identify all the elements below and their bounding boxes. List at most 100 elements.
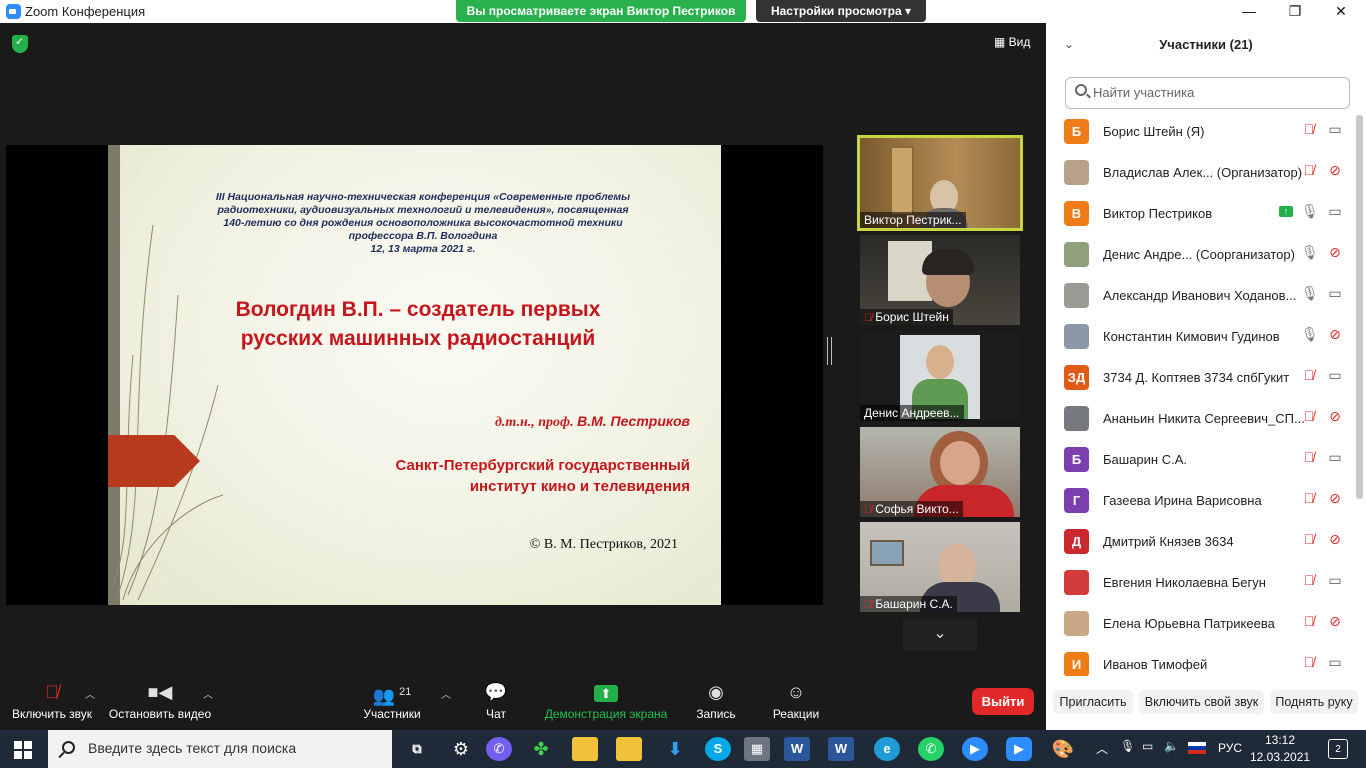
mic-icon: 🎙 bbox=[1301, 285, 1319, 301]
tray-expand-caret-icon[interactable]: ︿ bbox=[1096, 740, 1108, 757]
video-camera-icon: ▭ bbox=[1328, 285, 1342, 301]
record-label: Запись bbox=[696, 707, 736, 721]
mic-muted-icon: 🎙̸ bbox=[1303, 654, 1315, 670]
mic-muted-icon: 🎙̸ bbox=[1303, 531, 1315, 547]
windows-start-button[interactable] bbox=[14, 741, 32, 759]
video-tile-basharin[interactable]: 🎙̸ Башарин С.А. bbox=[860, 522, 1020, 612]
reactions-button[interactable]: ☺ Реакции bbox=[766, 668, 826, 728]
video-tile-denis[interactable]: Денис Андреев... bbox=[860, 331, 1020, 421]
clover-app-icon[interactable]: ✤ bbox=[528, 737, 554, 761]
participants-icon: 👥 bbox=[372, 686, 396, 706]
participant-avatar bbox=[1064, 242, 1089, 267]
video-tile-name: 🎙̸ Башарин С.А. bbox=[860, 596, 957, 612]
participants-count: 21 bbox=[399, 686, 412, 698]
video-tile-viktor[interactable]: Виктор Пестрик... bbox=[857, 135, 1023, 231]
video-options-caret[interactable]: ︿ bbox=[203, 686, 213, 701]
participant-row[interactable]: Д Дмитрий Князев 3634 🎙̸ ⊘ bbox=[1046, 521, 1356, 562]
panel-splitter-handle[interactable] bbox=[827, 337, 832, 365]
scroll-tiles-down-button[interactable]: ⌄ bbox=[903, 619, 977, 651]
word-icon[interactable]: W bbox=[828, 737, 854, 761]
folder-icon[interactable] bbox=[616, 737, 642, 761]
download-arrow-icon[interactable]: ⬇ bbox=[662, 737, 688, 761]
participant-name: 3734 Д. Коптяев 3734 спбГукит bbox=[1103, 370, 1290, 385]
chevron-down-icon: ⌄ bbox=[933, 625, 947, 642]
screen-sharing-icon: ↑ bbox=[1279, 206, 1293, 217]
maximize-button[interactable]: ❐ bbox=[1272, 0, 1318, 23]
participant-row[interactable]: Б Борис Штейн (Я) 🎙̸ ▭ bbox=[1046, 111, 1356, 152]
participant-row[interactable]: Б Башарин С.А. 🎙̸ ▭ bbox=[1046, 439, 1356, 480]
leave-button[interactable]: Выйти bbox=[972, 688, 1034, 715]
stop-video-button[interactable]: ■◀ Остановить видео bbox=[104, 668, 216, 728]
participant-row[interactable]: Владислав Алек... (Организатор) 🎙̸ ⊘ bbox=[1046, 152, 1356, 193]
participant-avatar bbox=[1064, 324, 1089, 349]
folder-icon[interactable] bbox=[572, 737, 598, 761]
skype-icon[interactable]: S bbox=[705, 737, 731, 761]
participant-avatar bbox=[1064, 160, 1089, 185]
edge-browser-icon[interactable]: e bbox=[874, 737, 900, 761]
record-button[interactable]: ◉ Запись bbox=[690, 668, 742, 728]
participants-options-caret[interactable]: ︿ bbox=[441, 686, 451, 701]
video-tile-name: Денис Андреев... bbox=[860, 405, 964, 421]
input-language-indicator[interactable]: РУС bbox=[1218, 741, 1242, 755]
calculator-icon[interactable]: ▦ bbox=[744, 737, 770, 761]
word-icon[interactable]: W bbox=[784, 737, 810, 761]
participant-row[interactable]: Евгения Николаевна Бегун 🎙̸ ▭ bbox=[1046, 562, 1356, 603]
participant-row[interactable]: Александр Иванович Ходанов... 🎙 ▭ bbox=[1046, 275, 1356, 316]
network-icon[interactable]: ▭ bbox=[1142, 739, 1153, 753]
settings-gear-icon[interactable]: ⚙ bbox=[448, 737, 474, 761]
audio-options-caret[interactable]: ︿ bbox=[85, 686, 95, 701]
background-door bbox=[890, 146, 914, 216]
video-camera-icon: ▭ bbox=[1328, 449, 1342, 465]
participants-button[interactable]: 👥 21 Участники bbox=[360, 668, 424, 728]
institute-line: институт кино и телевидения bbox=[469, 478, 690, 495]
video-tile-boris[interactable]: 🎙̸ Борис Штейн bbox=[860, 235, 1020, 325]
notification-center-icon[interactable]: 2 bbox=[1328, 739, 1348, 759]
video-off-icon: ⊘ bbox=[1329, 613, 1341, 629]
zoom-app-icon[interactable]: ▶ bbox=[962, 737, 988, 761]
mic-muted-icon: 🎙̸ bbox=[1303, 162, 1315, 178]
viber-icon[interactable]: ✆ bbox=[486, 737, 512, 761]
invite-button[interactable]: Пригласить bbox=[1053, 690, 1133, 714]
share-screen-label: Демонстрация экрана bbox=[544, 707, 668, 721]
participant-row[interactable]: Г Газеева Ирина Варисовна 🎙̸ ⊘ bbox=[1046, 480, 1356, 521]
view-button-label: Вид bbox=[1008, 35, 1031, 49]
participant-row[interactable]: В Виктор Пестриков ↑ 🎙 ▭ bbox=[1046, 193, 1356, 234]
participant-search-input[interactable]: Найти участника bbox=[1065, 77, 1350, 109]
participant-avatar: И bbox=[1064, 652, 1089, 676]
participant-avatar: Д bbox=[1064, 529, 1089, 554]
participant-row[interactable]: И Иванов Тимофей 🎙̸ ▭ bbox=[1046, 644, 1356, 676]
unmute-self-button[interactable]: Включить свой звук bbox=[1139, 690, 1264, 714]
chat-button[interactable]: 💬 Чат bbox=[474, 668, 518, 728]
participant-row[interactable]: Денис Андре... (Соорганизатор) 🎙 ⊘ bbox=[1046, 234, 1356, 275]
taskbar-search-box[interactable]: Введите здесь текст для поиска bbox=[48, 730, 392, 768]
participant-list-scrollbar[interactable] bbox=[1356, 115, 1363, 499]
mic-icon: 🎙 bbox=[1301, 244, 1319, 260]
participant-row[interactable]: Елена Юрьевна Патрикеева 🎙̸ ⊘ bbox=[1046, 603, 1356, 644]
security-shield-icon[interactable] bbox=[12, 35, 28, 53]
share-screen-button[interactable]: ⬆ Демонстрация экрана bbox=[540, 668, 672, 728]
view-button[interactable]: ▦ Вид bbox=[994, 35, 1030, 49]
conference-line: 12, 13 марта 2021 г. bbox=[370, 243, 476, 255]
task-view-icon[interactable]: ⧉ bbox=[404, 737, 430, 761]
participants-header: Участники (21) bbox=[1159, 37, 1253, 52]
microphone-icon[interactable]: 🎙 bbox=[1120, 739, 1135, 753]
volume-icon[interactable]: 🔈 bbox=[1164, 739, 1179, 753]
mic-muted-icon: 🎙̸ bbox=[1303, 449, 1315, 465]
video-tile-sofia[interactable]: 🎙̸ Софья Викто... bbox=[860, 427, 1020, 517]
clock-date: 12.03.2021 bbox=[1250, 750, 1311, 764]
reactions-label: Реакции bbox=[772, 707, 820, 721]
institute-line: Санкт-Петербургский государственный bbox=[395, 457, 691, 474]
participant-row[interactable]: ЗД 3734 Д. Коптяев 3734 спбГукит 🎙̸ ▭ bbox=[1046, 357, 1356, 398]
view-settings-button[interactable]: Настройки просмотра ▾ bbox=[756, 0, 926, 22]
participant-row[interactable]: Константин Кимович Гудинов 🎙 ⊘ bbox=[1046, 316, 1356, 357]
minimize-button[interactable]: — bbox=[1226, 0, 1272, 23]
raise-hand-button[interactable]: Поднять руку bbox=[1270, 690, 1358, 714]
participant-row[interactable]: Ананьин Никита Сергеевич_СП... 🎙̸ ⊘ bbox=[1046, 398, 1356, 439]
paint-palette-icon[interactable]: 🎨 bbox=[1050, 737, 1076, 761]
participant-avatar bbox=[1064, 283, 1089, 308]
close-button[interactable]: ✕ bbox=[1318, 0, 1364, 23]
zoom-meeting-icon[interactable]: ▶ bbox=[1006, 737, 1032, 761]
taskbar-clock[interactable]: 13:12 12.03.2021 bbox=[1250, 732, 1310, 766]
whatsapp-icon[interactable]: ✆ bbox=[918, 737, 944, 761]
russian-flag-icon[interactable] bbox=[1188, 742, 1206, 754]
